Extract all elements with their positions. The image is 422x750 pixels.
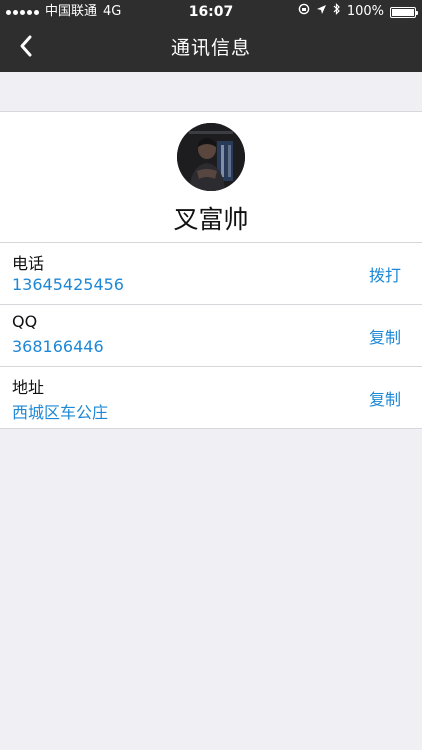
- row-label: 电话: [12, 254, 45, 273]
- location-arrow-icon: [316, 0, 327, 24]
- row-label: 地址: [12, 378, 45, 397]
- orientation-lock-icon: [298, 0, 310, 24]
- top-bar: 中国联通 4G 16:07 100% 通讯信息: [0, 0, 422, 72]
- bluetooth-icon: [333, 0, 341, 24]
- battery-percent: 100%: [346, 4, 384, 19]
- copy-address-button[interactable]: 复制: [369, 386, 401, 410]
- qq-value[interactable]: 368166446: [12, 337, 104, 356]
- status-bar: 中国联通 4G 16:07 100%: [0, 0, 422, 24]
- avatar[interactable]: [177, 123, 245, 191]
- battery-icon: [390, 6, 418, 18]
- info-row-qq: QQ 368166446 复制: [0, 304, 422, 366]
- battery-fill: [392, 8, 414, 16]
- info-row-phone: 电话 13645425456 拨打: [0, 242, 422, 304]
- contact-card: 叉富帅 电话 13645425456 拨打 QQ 368166446 复制 地址…: [0, 111, 422, 429]
- row-label: QQ: [12, 312, 38, 331]
- call-button[interactable]: 拨打: [369, 262, 401, 286]
- address-value[interactable]: 西城区车公庄: [12, 399, 108, 423]
- page-title: 通讯信息: [170, 37, 251, 59]
- phone-value[interactable]: 13645425456: [12, 275, 124, 294]
- nav-bar: 通讯信息: [0, 24, 422, 72]
- contact-name: 叉富帅: [173, 205, 249, 234]
- info-row-address: 地址 西城区车公庄 复制: [0, 366, 422, 428]
- copy-qq-button[interactable]: 复制: [369, 324, 401, 348]
- status-right: 100%: [298, 0, 418, 24]
